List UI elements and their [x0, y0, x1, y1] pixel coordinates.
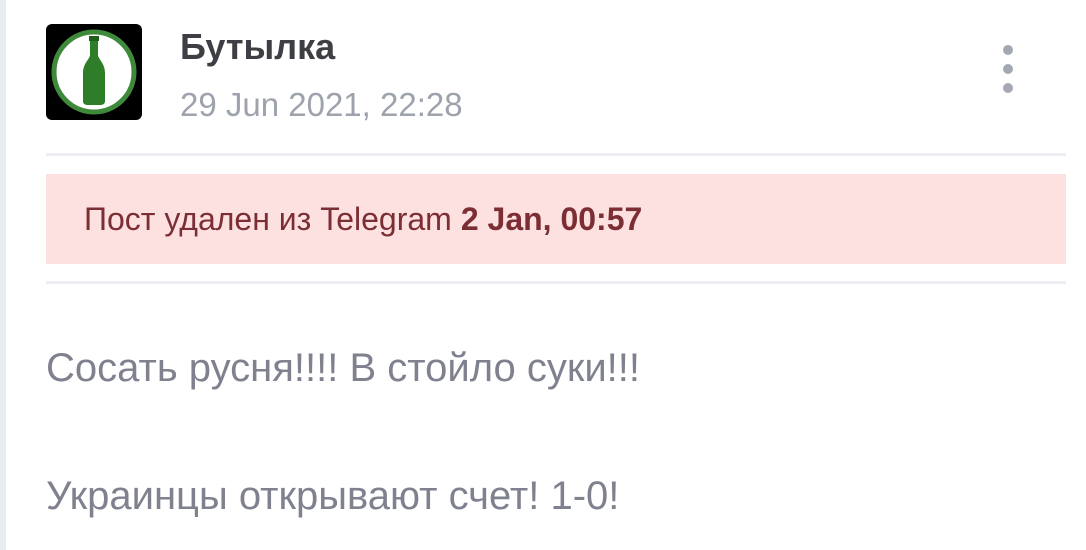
- deleted-notice-banner: Пост удален из Telegram 2 Jan, 00:57: [46, 174, 1066, 264]
- deleted-notice-date: 2 Jan, 00:57: [460, 200, 643, 237]
- deleted-notice-text: Пост удален из Telegram: [84, 200, 452, 237]
- divider: [46, 153, 1066, 156]
- author-name[interactable]: Бутылка: [180, 26, 335, 68]
- divider: [46, 281, 1066, 284]
- more-vertical-icon: [1003, 45, 1013, 55]
- left-border: [0, 0, 6, 550]
- green-bottle-icon: [51, 29, 137, 115]
- author-avatar[interactable]: [46, 24, 142, 120]
- post-timestamp: 29 Jun 2021, 22:28: [180, 86, 463, 123]
- more-vertical-icon-dot: [1003, 83, 1013, 93]
- more-vertical-icon-dot: [1003, 64, 1013, 74]
- more-options-button[interactable]: [990, 42, 1026, 96]
- post-text-line: Украинцы открывают счет! 1-0!: [46, 474, 620, 518]
- post-text-line: Сосать русня!!!! В стойло суки!!!: [46, 346, 641, 390]
